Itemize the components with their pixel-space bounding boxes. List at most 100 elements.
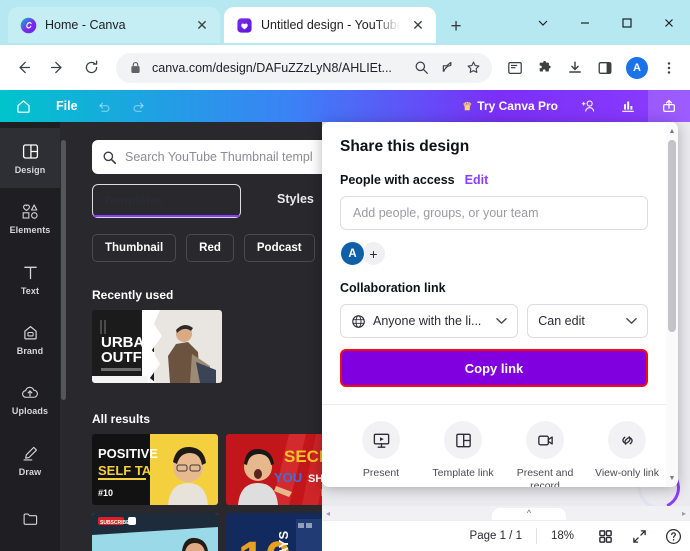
- chevron-down-icon[interactable]: [522, 0, 564, 45]
- search-input[interactable]: Search YouTube Thumbnail templ: [92, 140, 322, 174]
- minimize-button[interactable]: [564, 0, 606, 45]
- share-dialog-title: Share this design: [340, 138, 470, 155]
- browser-tab-home[interactable]: Home - Canva ✕: [8, 7, 220, 43]
- scroll-left-arrow-icon[interactable]: ◂: [326, 509, 330, 518]
- close-icon[interactable]: ✕: [408, 15, 428, 35]
- add-people-input[interactable]: Add people, groups, or your team: [340, 196, 648, 230]
- template-layout-icon: [444, 421, 482, 459]
- close-window-button[interactable]: [648, 0, 690, 45]
- link-chain-icon: [608, 421, 646, 459]
- expand-arrows-icon[interactable]: [622, 529, 656, 544]
- sidebar-item-design[interactable]: Design: [0, 128, 60, 189]
- extensions-icon[interactable]: [532, 53, 558, 83]
- sidebar-item-label: Text: [20, 285, 40, 296]
- sidebar-item-label: Uploads: [11, 406, 49, 417]
- sidebar-item-label: Brand: [16, 345, 44, 356]
- undo-icon[interactable]: [88, 99, 122, 114]
- crown-icon: ♛: [462, 100, 473, 113]
- sidebar-item-draw[interactable]: Draw: [0, 430, 60, 490]
- recently-used-title: Recently used: [92, 288, 174, 302]
- scroll-up-arrow-icon[interactable]: ▲: [666, 125, 678, 137]
- share-icon[interactable]: [438, 59, 456, 77]
- panel-scrollbar-thumb[interactable]: [61, 140, 66, 400]
- sidebar-item-uploads[interactable]: Uploads: [0, 370, 60, 430]
- action-view-only-link[interactable]: View-only link: [586, 421, 668, 487]
- svg-text:SUBSCRIBE: SUBSCRIBE: [100, 520, 130, 526]
- folder-icon: [23, 513, 37, 526]
- kebab-menu-icon[interactable]: [656, 53, 682, 83]
- action-present-and-record[interactable]: Present and record: [504, 421, 586, 487]
- chip-red[interactable]: Red: [186, 234, 234, 262]
- page-indicator[interactable]: Page 1 / 1: [456, 526, 536, 546]
- template-row: POSITIVE SELF TALK #10 SEC YOU SH: [92, 434, 322, 505]
- share-upload-icon[interactable]: [648, 90, 690, 122]
- lock-icon: [126, 59, 144, 77]
- tab-styles[interactable]: Styles: [241, 184, 322, 218]
- sidebar-item-brand[interactable]: Brand: [0, 309, 60, 369]
- sidebar-item-projects[interactable]: [0, 491, 60, 551]
- share-dialog-body: Share this design People with access Edi…: [322, 122, 666, 487]
- recent-template-thumbnail[interactable]: URBAN OUTFIT: [92, 310, 222, 383]
- template-card[interactable]: POSITIVE SELF TALK #10: [92, 434, 218, 505]
- reload-icon[interactable]: [76, 53, 106, 83]
- sidepanel-icon[interactable]: [592, 53, 618, 83]
- forward-arrow-icon[interactable]: [42, 53, 72, 83]
- template-card[interactable]: SUBSCRIBE HOLIDAY VLOG: [92, 513, 218, 551]
- status-bar: Page 1 / 1 18%: [322, 520, 690, 551]
- action-label: Present: [362, 467, 400, 479]
- try-canva-pro-label: Try Canva Pro: [477, 99, 558, 113]
- people-with-access-label: People with access: [340, 173, 455, 187]
- tab-templates[interactable]: Templates: [92, 184, 241, 218]
- dialog-scrollbar[interactable]: ▲ ▼: [666, 122, 678, 487]
- link-access-select[interactable]: Anyone with the li...: [340, 304, 519, 338]
- link-access-value: Anyone with the li...: [373, 314, 482, 328]
- browser-tab-title: Untitled design - YouTube Th: [261, 18, 400, 32]
- downloads-icon[interactable]: [562, 53, 588, 83]
- action-label: View-only link: [595, 467, 659, 479]
- copy-link-button[interactable]: Copy link: [340, 349, 648, 387]
- template-card[interactable]: 10 PLAYS Y: [226, 513, 322, 551]
- reading-list-icon[interactable]: [502, 53, 528, 83]
- new-tab-button[interactable]: +: [444, 14, 468, 38]
- back-arrow-icon[interactable]: [8, 53, 38, 83]
- browser-tab-untitled-design[interactable]: Untitled design - YouTube Th ✕: [224, 7, 436, 43]
- edit-access-link[interactable]: Edit: [465, 173, 489, 187]
- template-card[interactable]: SECRET YOU SHOU KN: [226, 434, 322, 505]
- add-person-icon[interactable]: [568, 90, 608, 122]
- link-permission-select[interactable]: Can edit: [527, 304, 648, 338]
- templates-panel: Search YouTube Thumbnail templ Templates…: [60, 122, 322, 551]
- home-icon[interactable]: [0, 98, 46, 115]
- grid-view-icon[interactable]: [588, 529, 622, 544]
- action-template-link[interactable]: Template link: [422, 421, 504, 487]
- canva-sidebar: Design Elements Text Brand Uploads Draw: [0, 122, 60, 551]
- bar-chart-icon[interactable]: [608, 90, 648, 122]
- zoom-level[interactable]: 18%: [537, 526, 588, 546]
- maximize-button[interactable]: [606, 0, 648, 45]
- redo-icon[interactable]: [122, 99, 156, 114]
- address-bar[interactable]: canva.com/design/DAFuZZzLyN8/AHLIEt...: [116, 52, 492, 83]
- scroll-right-arrow-icon[interactable]: ▸: [682, 509, 686, 518]
- sidebar-item-text[interactable]: Text: [0, 249, 60, 309]
- star-icon[interactable]: [464, 59, 482, 77]
- action-present[interactable]: Present: [340, 421, 422, 487]
- browser-profile-avatar[interactable]: A: [626, 56, 648, 79]
- all-results-title: All results: [92, 412, 151, 426]
- svg-text:SECRET: SECRET: [284, 447, 322, 466]
- chip-thumbnail[interactable]: Thumbnail: [92, 234, 177, 262]
- avatar[interactable]: A: [340, 241, 365, 266]
- file-menu-button[interactable]: File: [46, 99, 88, 113]
- help-question-icon[interactable]: [656, 528, 690, 545]
- dialog-scrollbar-thumb[interactable]: [668, 140, 676, 332]
- svg-text:#10: #10: [98, 488, 113, 498]
- close-icon[interactable]: ✕: [192, 15, 212, 35]
- search-icon[interactable]: [412, 59, 430, 77]
- panel-scrollbar[interactable]: [60, 122, 68, 551]
- collaboration-link-label: Collaboration link: [340, 281, 446, 295]
- try-canva-pro-button[interactable]: ♛ Try Canva Pro: [452, 90, 568, 122]
- sidebar-item-elements[interactable]: Elements: [0, 188, 60, 248]
- svg-text:POSITIVE: POSITIVE: [98, 446, 158, 461]
- canva-toolbar: File ♛ Try Canva Pro: [0, 90, 690, 122]
- scroll-down-arrow-icon[interactable]: ▼: [666, 472, 678, 484]
- chip-podcast[interactable]: Podcast: [243, 234, 315, 262]
- draw-pen-icon: [22, 446, 37, 461]
